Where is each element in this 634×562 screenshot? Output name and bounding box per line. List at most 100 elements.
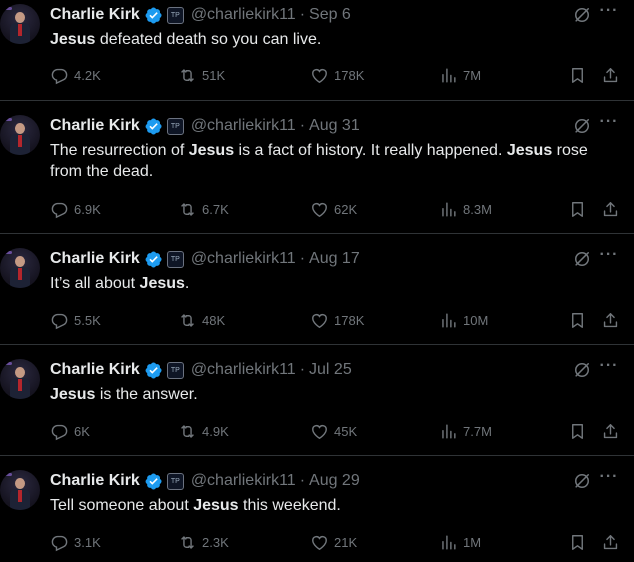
bookmark-button[interactable] xyxy=(568,533,587,552)
affiliate-badge-icon[interactable]: TP xyxy=(166,361,184,379)
views-button[interactable]: 10M xyxy=(439,311,488,330)
views-button[interactable]: 7M xyxy=(439,66,481,85)
affiliate-badge-icon[interactable]: TP xyxy=(166,117,184,135)
tweet-actions: 6K 4.9K 45K 7.7M xyxy=(50,422,634,444)
more-icon[interactable]: ··· xyxy=(598,468,620,488)
verified-badge-icon[interactable] xyxy=(144,6,163,25)
author-handle[interactable]: @charliekirk11 xyxy=(191,117,296,135)
views-icon xyxy=(442,424,456,439)
avatar[interactable] xyxy=(0,115,40,155)
tweet[interactable]: Charlie Kirk TP @charliekirk11 · Aug 29 … xyxy=(0,456,634,562)
tweet-text: Jesus is the answer. xyxy=(50,384,624,405)
share-button[interactable] xyxy=(601,311,620,330)
bookmark-button[interactable] xyxy=(568,422,587,441)
views-button[interactable]: 8.3M xyxy=(439,200,492,219)
tweet-text-run: Tell someone about xyxy=(50,497,194,514)
tweet-actions: 5.5K 48K 178K 10M xyxy=(50,311,634,333)
tweet-date[interactable]: Aug 17 xyxy=(309,250,360,268)
reply-button[interactable]: 3.1K xyxy=(50,533,101,552)
author-handle[interactable]: @charliekirk11 xyxy=(191,361,296,379)
bookmark-button[interactable] xyxy=(568,200,587,219)
like-button[interactable]: 178K xyxy=(310,66,364,85)
verified-badge-icon[interactable] xyxy=(144,472,163,491)
more-icon[interactable]: ··· xyxy=(598,2,620,22)
bookmark-button[interactable] xyxy=(568,311,587,330)
verified-badge-icon[interactable] xyxy=(144,117,163,136)
share-button[interactable] xyxy=(601,533,620,552)
author-name[interactable]: Charlie Kirk xyxy=(50,361,140,379)
retweet-count: 48K xyxy=(202,313,226,328)
tweet[interactable]: Charlie Kirk TP @charliekirk11 · Aug 31 … xyxy=(0,101,634,234)
views-icon xyxy=(442,535,456,550)
like-button[interactable]: 62K xyxy=(310,200,357,219)
verified-badge-icon[interactable] xyxy=(144,361,163,380)
more-icon[interactable]: ··· xyxy=(598,246,620,266)
tweet-date[interactable]: Jul 25 xyxy=(309,361,352,379)
avatar[interactable] xyxy=(0,248,40,288)
bookmark-icon xyxy=(572,424,583,439)
like-count: 21K xyxy=(334,535,358,550)
reply-count: 4.2K xyxy=(74,68,101,83)
share-button[interactable] xyxy=(601,66,620,85)
grok-icon[interactable] xyxy=(572,116,592,136)
reply-button[interactable]: 6K xyxy=(50,422,90,441)
tweet-date[interactable]: Sep 6 xyxy=(309,6,351,24)
tweet-actions: 6.9K 6.7K 62K 8.3M xyxy=(50,200,634,222)
like-icon xyxy=(312,203,327,218)
avatar[interactable] xyxy=(0,470,40,510)
retweet-button[interactable]: 6.7K xyxy=(178,200,229,219)
reply-icon xyxy=(51,424,68,441)
author-name[interactable]: Charlie Kirk xyxy=(50,117,140,135)
share-button[interactable] xyxy=(601,200,620,219)
more-icon[interactable]: ··· xyxy=(598,357,620,377)
tweet-date[interactable]: Aug 31 xyxy=(309,117,360,135)
author-handle[interactable]: @charliekirk11 xyxy=(191,472,296,490)
grok-icon[interactable] xyxy=(572,471,592,491)
retweet-icon xyxy=(181,425,194,438)
affiliate-badge-icon[interactable]: TP xyxy=(166,250,184,268)
reply-button[interactable]: 4.2K xyxy=(50,66,101,85)
author-name[interactable]: Charlie Kirk xyxy=(50,6,140,24)
more-icon[interactable]: ··· xyxy=(598,113,620,133)
like-button[interactable]: 178K xyxy=(310,311,364,330)
affiliate-badge-icon[interactable]: TP xyxy=(166,472,184,490)
tweet-feed: Charlie Kirk TP @charliekirk11 · Sep 6 ·… xyxy=(0,0,634,562)
author-handle[interactable]: @charliekirk11 xyxy=(191,6,296,24)
retweet-count: 4.9K xyxy=(202,424,229,439)
retweet-button[interactable]: 48K xyxy=(178,311,225,330)
tweet-text-run: . xyxy=(184,275,190,292)
grok-icon[interactable] xyxy=(572,360,592,380)
avatar[interactable] xyxy=(0,359,40,399)
retweet-button[interactable]: 51K xyxy=(178,66,225,85)
retweet-button[interactable]: 4.9K xyxy=(178,422,229,441)
grok-icon[interactable] xyxy=(572,249,592,269)
reply-button[interactable]: 5.5K xyxy=(50,311,101,330)
views-count: 7M xyxy=(463,68,482,83)
retweet-button[interactable]: 2.3K xyxy=(178,533,229,552)
avatar[interactable] xyxy=(0,4,40,44)
grok-icon[interactable] xyxy=(572,5,592,25)
tweet[interactable]: Charlie Kirk TP @charliekirk11 · Sep 6 ·… xyxy=(0,0,634,101)
share-button[interactable] xyxy=(601,422,620,441)
like-count: 178K xyxy=(334,68,365,83)
like-button[interactable]: 21K xyxy=(310,533,357,552)
share-icon xyxy=(603,424,618,439)
author-name[interactable]: Charlie Kirk xyxy=(50,472,140,490)
tweet-actions: 4.2K 51K 178K 7M xyxy=(50,66,634,88)
tweet[interactable]: Charlie Kirk TP @charliekirk11 · Aug 17 … xyxy=(0,234,634,345)
affiliate-badge-icon[interactable]: TP xyxy=(166,6,184,24)
reply-button[interactable]: 6.9K xyxy=(50,200,101,219)
bookmark-icon xyxy=(572,535,583,550)
like-button[interactable]: 45K xyxy=(310,422,357,441)
author-name[interactable]: Charlie Kirk xyxy=(50,250,140,268)
verified-badge-icon[interactable] xyxy=(144,250,163,269)
author-handle[interactable]: @charliekirk11 xyxy=(191,250,296,268)
views-button[interactable]: 1M xyxy=(439,533,481,552)
views-button[interactable]: 7.7M xyxy=(439,422,492,441)
tweet[interactable]: Charlie Kirk TP @charliekirk11 · Jul 25 … xyxy=(0,345,634,456)
bookmark-button[interactable] xyxy=(568,66,587,85)
tweet-text-run: defeated death so you can live. xyxy=(95,31,322,48)
tweet-date[interactable]: Aug 29 xyxy=(309,472,360,490)
tweet-text-run: The resurrection of xyxy=(50,142,189,159)
like-count: 45K xyxy=(334,424,358,439)
